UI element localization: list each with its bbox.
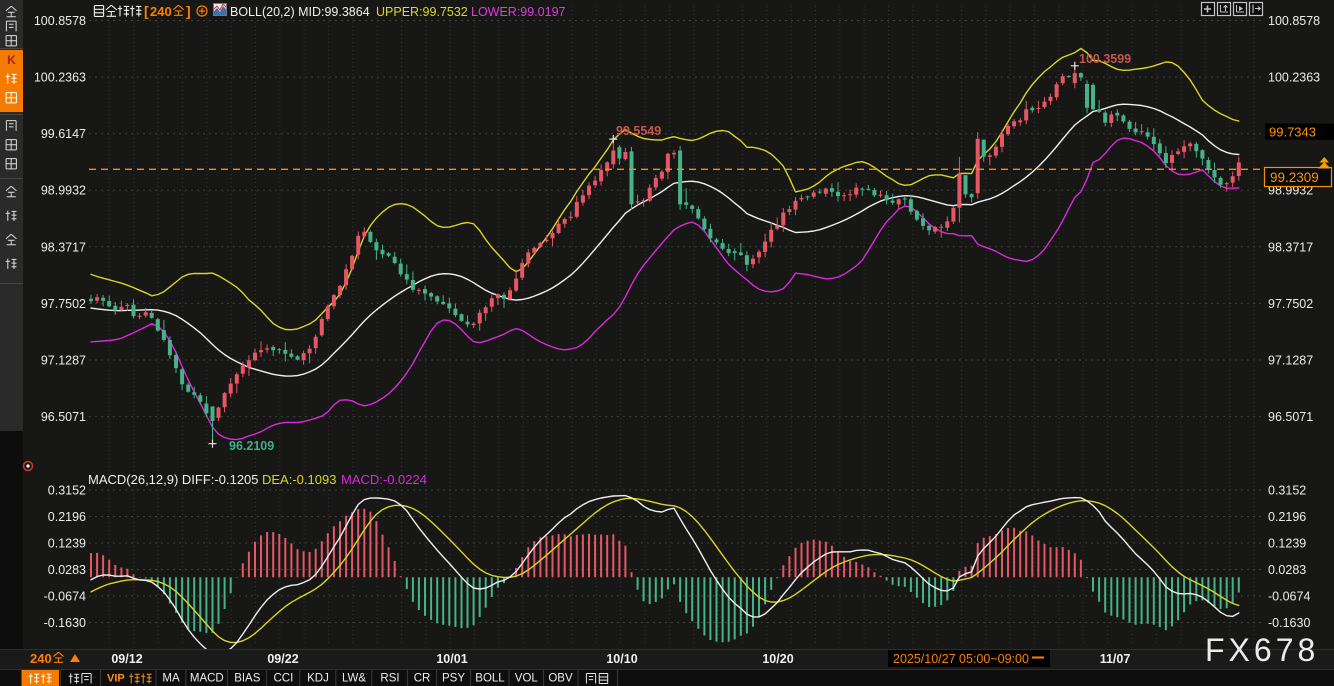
svg-text:100.2363: 100.2363	[34, 71, 86, 85]
svg-text:100.8578: 100.8578	[34, 14, 86, 28]
svg-text:10/10: 10/10	[606, 652, 637, 666]
svg-text:97.1287: 97.1287	[1268, 354, 1313, 368]
svg-text:LOWER:99.0197: LOWER:99.0197	[471, 5, 566, 19]
svg-text:99.5549: 99.5549	[616, 124, 661, 138]
svg-text:240: 240	[150, 4, 172, 19]
svg-text:UPPER:99.7532: UPPER:99.7532	[376, 5, 468, 19]
svg-text:0.2196: 0.2196	[48, 510, 86, 524]
svg-text:VIP: VIP	[107, 673, 125, 685]
svg-text:98.3717: 98.3717	[41, 240, 86, 254]
svg-text:99.6147: 99.6147	[41, 127, 86, 141]
svg-text:96.2109: 96.2109	[229, 439, 274, 453]
svg-text:97.1287: 97.1287	[41, 354, 86, 368]
svg-text:MACD(26,12,9) DIFF:-0.1205: MACD(26,12,9) DIFF:-0.1205	[88, 472, 259, 487]
svg-text:0.2196: 0.2196	[1268, 510, 1306, 524]
svg-text:VOL: VOL	[515, 673, 539, 685]
svg-text:RSI: RSI	[380, 673, 399, 685]
svg-text:BIAS: BIAS	[234, 673, 261, 685]
svg-text:MACD: MACD	[190, 673, 224, 685]
svg-text:0.3152: 0.3152	[1268, 484, 1306, 498]
svg-text:-0.1630: -0.1630	[44, 616, 86, 630]
svg-text:97.7502: 97.7502	[41, 297, 86, 311]
svg-text:0.0283: 0.0283	[1268, 563, 1306, 577]
svg-text:96.5071: 96.5071	[1268, 410, 1313, 424]
svg-text:2025/10/27 05:00~09:00: 2025/10/27 05:00~09:00	[893, 652, 1029, 666]
svg-text:DEA:-0.1093: DEA:-0.1093	[262, 472, 336, 487]
svg-text:99.2309: 99.2309	[1270, 170, 1319, 185]
svg-text:-0.1630: -0.1630	[1268, 616, 1310, 630]
svg-text:10/01: 10/01	[436, 652, 467, 666]
svg-text:CCI: CCI	[273, 673, 293, 685]
svg-text:CR: CR	[414, 673, 431, 685]
svg-text:100.3599: 100.3599	[1079, 52, 1131, 66]
svg-text:LW&: LW&	[342, 673, 366, 685]
svg-text:09/12: 09/12	[111, 652, 142, 666]
svg-text:0.0283: 0.0283	[48, 563, 86, 577]
svg-text:BOLL: BOLL	[475, 673, 505, 685]
svg-text:[: [	[144, 3, 149, 19]
svg-text:-0.0674: -0.0674	[44, 590, 86, 604]
svg-text:K: K	[7, 53, 16, 67]
svg-text:99.7343: 99.7343	[1269, 125, 1316, 140]
svg-text:FX678: FX678	[1205, 632, 1319, 668]
svg-text:96.5071: 96.5071	[41, 410, 86, 424]
svg-text:98.9932: 98.9932	[41, 184, 86, 198]
svg-text:MA: MA	[162, 673, 180, 685]
svg-text:97.7502: 97.7502	[1268, 297, 1313, 311]
svg-text:OBV: OBV	[548, 673, 573, 685]
svg-text:240: 240	[30, 651, 52, 666]
svg-text:-0.0674: -0.0674	[1268, 590, 1310, 604]
svg-text:PSY: PSY	[442, 673, 465, 685]
svg-text:98.3717: 98.3717	[1268, 240, 1313, 254]
svg-text:10/20: 10/20	[762, 652, 793, 666]
svg-text:0.1239: 0.1239	[48, 537, 86, 551]
svg-text:09/22: 09/22	[267, 652, 298, 666]
svg-text:11/07: 11/07	[1100, 652, 1131, 666]
svg-text:MACD:-0.0224: MACD:-0.0224	[341, 472, 427, 487]
svg-text:]: ]	[186, 3, 191, 19]
svg-text:0.3152: 0.3152	[48, 484, 86, 498]
svg-text:0.1239: 0.1239	[1268, 537, 1306, 551]
svg-text:100.8578: 100.8578	[1268, 14, 1320, 28]
svg-text:100.2363: 100.2363	[1268, 71, 1320, 85]
svg-text:KDJ: KDJ	[307, 673, 329, 685]
svg-text:BOLL(20,2) MID:99.3864: BOLL(20,2) MID:99.3864	[230, 5, 370, 19]
